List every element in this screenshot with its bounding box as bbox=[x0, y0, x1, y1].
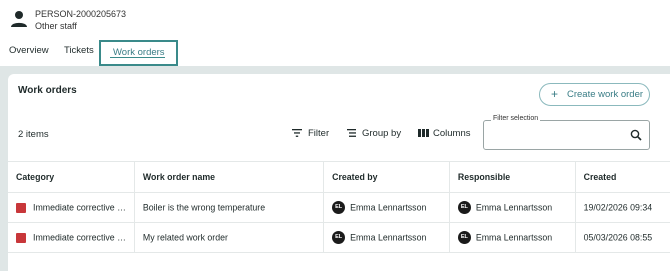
columns-label: Columns bbox=[433, 128, 471, 139]
column-header-responsible[interactable]: Responsible bbox=[448, 161, 576, 193]
group-by-icon bbox=[347, 129, 356, 137]
column-header-work-order-name[interactable]: Work order name bbox=[133, 161, 324, 193]
responsible-cell: EL Emma Lennartsson bbox=[448, 222, 576, 253]
card-title: Work orders bbox=[18, 85, 77, 96]
created-by-cell: EL Emma Lennartsson bbox=[323, 192, 450, 223]
responsible-name: Emma Lennartsson bbox=[475, 232, 553, 243]
category-cell: Immediate corrective … bbox=[8, 192, 135, 223]
active-tab-indicator bbox=[110, 56, 165, 58]
record-header: PERSON-2000205673 Other staff Overview T… bbox=[0, 0, 670, 66]
person-id: PERSON-2000205673 bbox=[35, 9, 127, 19]
item-count: 2 items bbox=[18, 129, 49, 140]
tab-work-orders[interactable]: Work orders bbox=[99, 40, 178, 66]
created-date-cell: 19/02/2026 09:34 bbox=[574, 192, 670, 223]
create-button-label: Create work order bbox=[567, 89, 644, 100]
column-header-created-by[interactable]: Created by bbox=[323, 161, 450, 193]
table-row[interactable]: Immediate corrective … My related work o… bbox=[8, 222, 670, 253]
created-by-name: Emma Lennartsson bbox=[350, 232, 427, 243]
tab-bar: Overview Tickets Work orders bbox=[0, 40, 670, 66]
person-icon bbox=[11, 11, 27, 27]
filter-selection-field[interactable]: Filter selection bbox=[483, 115, 650, 150]
avatar: EL bbox=[457, 201, 471, 214]
search-icon[interactable] bbox=[630, 129, 642, 141]
person-role: Other staff bbox=[35, 21, 77, 31]
work-order-name: My related work order bbox=[142, 232, 228, 243]
category-color-swatch bbox=[16, 202, 26, 213]
column-header-created[interactable]: Created bbox=[574, 161, 670, 193]
avatar: EL bbox=[457, 231, 471, 244]
tab-label: Tickets bbox=[64, 45, 94, 56]
responsible-cell: EL Emma Lennartsson bbox=[448, 192, 576, 223]
filter-selection-label: Filter selection bbox=[491, 115, 541, 122]
created-date: 05/03/2026 08:55 bbox=[583, 232, 653, 243]
create-work-order-button[interactable]: + Create work order bbox=[539, 83, 650, 106]
created-by-name: Emma Lennartsson bbox=[350, 202, 427, 213]
category-cell: Immediate corrective … bbox=[8, 222, 135, 253]
work-orders-table: Category Work order name Created by Resp… bbox=[8, 161, 670, 253]
category-text: Immediate corrective … bbox=[33, 232, 126, 243]
work-order-name-cell: My related work order bbox=[133, 222, 324, 253]
avatar: EL bbox=[332, 201, 346, 214]
work-orders-card: Work orders + Create work order 2 items … bbox=[8, 74, 670, 271]
filter-label: Filter bbox=[308, 128, 330, 139]
plus-icon: + bbox=[551, 87, 559, 101]
responsible-name: Emma Lennartsson bbox=[475, 202, 553, 213]
category-color-swatch bbox=[16, 232, 26, 243]
work-order-name-cell: Boiler is the wrong temperature bbox=[133, 192, 324, 223]
filter-selection-input[interactable] bbox=[488, 127, 622, 145]
created-by-cell: EL Emma Lennartsson bbox=[323, 222, 450, 253]
created-date-cell: 05/03/2026 08:55 bbox=[574, 222, 670, 253]
work-order-name: Boiler is the wrong temperature bbox=[142, 202, 266, 213]
table-row[interactable]: Immediate corrective … Boiler is the wro… bbox=[8, 192, 670, 223]
columns-icon bbox=[418, 129, 429, 137]
tab-label: Overview bbox=[9, 45, 49, 56]
category-text: Immediate corrective … bbox=[33, 202, 126, 213]
group-by-label: Group by bbox=[362, 128, 402, 139]
column-header-category[interactable]: Category bbox=[8, 161, 135, 193]
avatar: EL bbox=[332, 231, 346, 244]
tab-tickets[interactable]: Tickets bbox=[64, 40, 94, 66]
table-header-row: Category Work order name Created by Resp… bbox=[8, 161, 670, 193]
filter-icon bbox=[292, 129, 302, 137]
created-date: 19/02/2026 09:34 bbox=[583, 202, 653, 213]
tab-overview[interactable]: Overview bbox=[9, 40, 49, 66]
